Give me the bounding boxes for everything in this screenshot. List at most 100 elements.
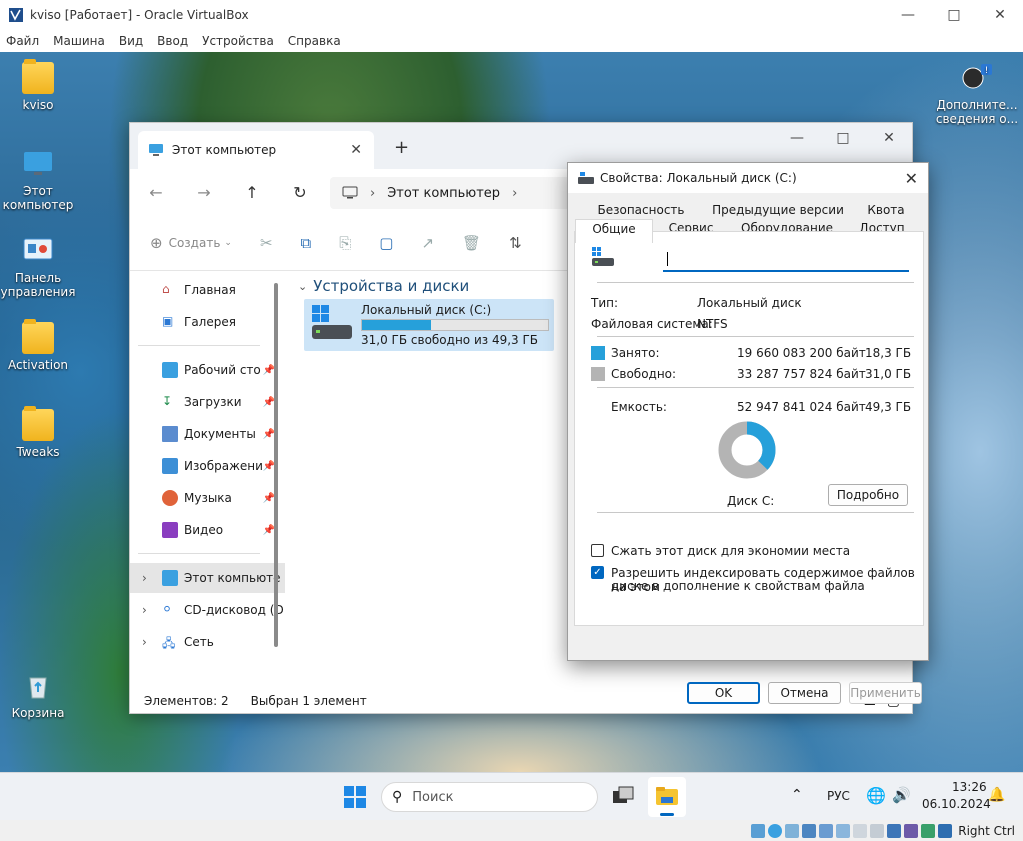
minimize-button[interactable]: —	[885, 0, 931, 30]
forward-button[interactable]: →	[180, 183, 228, 202]
control-panel-icon	[23, 238, 53, 260]
explorer-minimize-button[interactable]: —	[774, 123, 820, 153]
nav-downloads[interactable]: ↧ Загрузки 📌	[130, 387, 285, 417]
shared-folders-icon[interactable]	[836, 823, 851, 838]
virtualization-icon[interactable]	[887, 823, 902, 838]
active-indicator	[660, 813, 674, 816]
back-button[interactable]: ←	[132, 183, 180, 202]
clock-time[interactable]: 13:26	[952, 780, 987, 794]
nav-network[interactable]: › 🖧 Сеть	[130, 627, 285, 657]
new-tab-button[interactable]: +	[394, 137, 409, 158]
network-globe-icon[interactable]: 🌐	[866, 786, 886, 805]
tab-security[interactable]: Безопасность	[574, 201, 708, 219]
paste-icon[interactable]: ⎘	[339, 234, 351, 252]
desktop-icon-recycle-bin[interactable]: Корзина	[0, 670, 76, 720]
address-bar[interactable]: › Этот компьютер ›	[330, 177, 570, 209]
guest-additions-icon[interactable]	[921, 823, 936, 838]
task-view-icon[interactable]	[612, 786, 634, 808]
network-adapter-icon[interactable]	[802, 823, 817, 838]
taskbar-explorer-button[interactable]	[648, 777, 686, 817]
desktop-icon-this-pc[interactable]: Этот компьютер	[0, 148, 76, 212]
mouse-integration-icon[interactable]	[938, 823, 953, 838]
cancel-button[interactable]: Отмена	[768, 682, 841, 704]
refresh-button[interactable]: ↻	[276, 183, 324, 202]
tab-general[interactable]: Общие	[575, 219, 653, 243]
divider	[597, 282, 914, 283]
chevron-right-icon[interactable]: ›	[142, 635, 162, 649]
index-checkbox[interactable]: ✓	[591, 566, 604, 579]
copy-icon[interactable]: ⧉	[301, 234, 312, 252]
cpu-icon[interactable]	[904, 823, 919, 838]
menu-machine[interactable]: Машина	[53, 34, 105, 48]
share-icon[interactable]: ↗	[421, 234, 434, 252]
volume-icon[interactable]: 🔊	[892, 786, 911, 804]
virtualbox-icon	[9, 8, 23, 22]
compress-checkbox[interactable]	[591, 544, 604, 557]
explorer-maximize-button[interactable]: □	[820, 123, 866, 153]
desktop-icon-activation[interactable]: Activation	[0, 319, 76, 372]
optical-drive-icon[interactable]	[768, 823, 783, 838]
drive-usage-fill	[362, 320, 431, 330]
close-tab-icon[interactable]: ✕	[350, 142, 362, 158]
maximize-button[interactable]: □	[931, 0, 977, 30]
close-button[interactable]: ✕	[977, 0, 1023, 30]
feedback-icon: !	[962, 64, 992, 89]
rename-icon[interactable]: ▢	[379, 234, 393, 252]
ok-button[interactable]: OK	[687, 682, 760, 704]
desktop-icon-control-panel[interactable]: Панель управления	[0, 235, 76, 299]
tab-this-pc[interactable]: Этот компьютер ✕	[138, 131, 374, 169]
notification-bell-icon[interactable]: 🔔	[988, 787, 1005, 803]
clock-date[interactable]: 06.10.2024	[922, 797, 991, 811]
apply-button[interactable]: Применить	[849, 682, 922, 704]
nav-pictures[interactable]: Изображени 📌	[130, 451, 285, 481]
nav-video[interactable]: Видео 📌	[130, 515, 285, 545]
tab-previous-versions[interactable]: Предыдущие версии	[708, 201, 848, 219]
capacity-label: Емкость:	[611, 400, 667, 414]
nav-cd-drive[interactable]: › ⚪ CD-дисковод (D	[130, 595, 285, 625]
explorer-close-button[interactable]: ✕	[866, 123, 912, 153]
nav-scrollbar[interactable]	[274, 283, 278, 647]
section-header[interactable]: ⌄ Устройства и диски	[298, 277, 469, 295]
close-icon[interactable]: ✕	[905, 169, 918, 188]
menu-help[interactable]: Справка	[288, 34, 341, 48]
nav-home[interactable]: ⌂ Главная	[130, 275, 285, 305]
nav-music[interactable]: Музыка 📌	[130, 483, 285, 513]
desktop-icon-notification[interactable]: ! Дополните... сведения о...	[934, 62, 1020, 126]
usb-icon[interactable]	[819, 823, 834, 838]
language-indicator[interactable]: РУС	[827, 789, 850, 803]
create-button[interactable]: ⊕ Создать ⌄	[150, 234, 232, 252]
menu-view[interactable]: Вид	[119, 34, 143, 48]
nav-this-pc[interactable]: › Этот компьюте	[130, 563, 285, 593]
chevron-right-icon[interactable]: ›	[142, 603, 162, 617]
cut-icon[interactable]: ✂	[260, 234, 273, 252]
up-button[interactable]: ↑	[228, 183, 276, 202]
menu-file[interactable]: Файл	[6, 34, 39, 48]
drive-item-c[interactable]: Локальный диск (C:) 31,0 ГБ свободно из …	[304, 299, 554, 351]
volume-label-input[interactable]	[663, 248, 909, 272]
video-capture-icon[interactable]	[870, 823, 885, 838]
address-text: Этот компьютер	[387, 185, 501, 201]
host-key-label: Right Ctrl	[958, 823, 1015, 838]
nav-gallery[interactable]: ▣ Галерея	[130, 307, 285, 337]
tab-quota[interactable]: Квота	[848, 201, 924, 219]
menu-devices[interactable]: Устройства	[202, 34, 274, 48]
desktop-icon-kviso[interactable]: kviso	[0, 59, 76, 112]
display-icon[interactable]	[853, 823, 868, 838]
nav-documents[interactable]: Документы 📌	[130, 419, 285, 449]
hdd-activity-icon[interactable]	[751, 823, 766, 838]
taskbar-search[interactable]: ⚲ Поиск	[381, 782, 598, 812]
details-button[interactable]: Подробно	[828, 484, 908, 506]
desktop-icon-tweaks[interactable]: Tweaks	[0, 406, 76, 459]
text-cursor	[667, 252, 668, 266]
windows-start-icon[interactable]	[343, 785, 367, 809]
chevron-right-icon[interactable]: ›	[512, 186, 517, 201]
audio-icon[interactable]	[785, 823, 800, 838]
nav-desktop[interactable]: Рабочий сто 📌	[130, 355, 285, 385]
tray-chevron-up-icon[interactable]: ⌃	[791, 787, 803, 803]
delete-icon[interactable]: 🗑	[462, 234, 481, 252]
pictures-icon	[162, 458, 178, 474]
sort-icon[interactable]: ⇅	[509, 234, 522, 252]
menu-input[interactable]: Ввод	[157, 34, 188, 48]
nav-divider	[138, 345, 260, 346]
chevron-right-icon[interactable]: ›	[142, 571, 162, 585]
